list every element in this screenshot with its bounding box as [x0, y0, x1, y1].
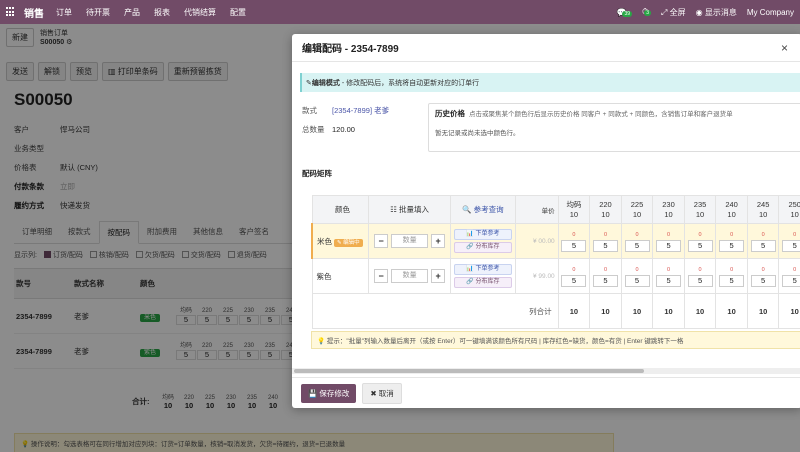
show-messages-button[interactable]: ◉ 显示消息	[696, 7, 737, 18]
batch-qty-input[interactable]: 数量	[391, 234, 429, 248]
total-qty-label: 总数量	[302, 125, 325, 134]
column-total: 10	[589, 293, 622, 329]
total-qty-value: 120.00	[332, 125, 355, 134]
size-qty-input[interactable]: 5	[750, 275, 776, 287]
size-qty-input[interactable]: 5	[624, 275, 650, 287]
close-icon[interactable]: ×	[781, 41, 788, 55]
edit-size-dialog: 编辑配码 - 2354-7899 × ✎编辑模式 - 修改配码后，系统将自动更新…	[292, 34, 800, 408]
app-title[interactable]: 销售	[24, 5, 44, 20]
menu-orders[interactable]: 订单	[56, 7, 72, 18]
activity-icon[interactable]: ⏱3	[642, 7, 652, 17]
size-qty-input[interactable]: 5	[561, 275, 587, 287]
size-header: 235 10	[683, 195, 717, 224]
order-reference-button[interactable]: 📊 下单参考	[453, 229, 512, 240]
column-total: 10	[557, 293, 591, 329]
column-total: 10	[746, 293, 780, 329]
size-header: 220 10	[589, 195, 622, 224]
save-button[interactable]: 💾 保存修改	[301, 383, 357, 403]
size-qty-input[interactable]: 5	[750, 240, 776, 252]
col-unit-price: 单价	[514, 195, 559, 224]
stock-distribution-button[interactable]: 🔗 分布库存	[453, 277, 512, 288]
size-qty-input[interactable]: 5	[656, 275, 682, 287]
cancel-button[interactable]: ✖ 取消	[362, 382, 402, 404]
history-desc: 点击或聚焦某个颜色行后显示历史价格 同客户 + 同款式 + 同颜色，含销售订单和…	[469, 111, 733, 118]
minus-button[interactable]: −	[374, 234, 389, 248]
history-price-panel: 历史价格 点击或聚焦某个颜色行后显示历史价格 同客户 + 同款式 + 同颜色，含销…	[428, 103, 800, 152]
size-qty-input[interactable]: 5	[782, 240, 800, 252]
size-qty-input[interactable]: 5	[624, 240, 650, 252]
top-navbar: 销售 订单 待开票 产品 报表 代销结算 配置 💬39 ⏱3 ⤢ 全屏 ◉ 显示…	[0, 0, 800, 24]
fullscreen-button[interactable]: ⤢ 全屏	[661, 7, 686, 18]
col-batch-fill: ☷ 批量填入	[368, 195, 451, 224]
tip-banner: 💡 提示："批量"列输入数量后离开（或按 Enter）可一键填满该颜色所有尺码 …	[311, 331, 800, 349]
size-header: 230 10	[652, 195, 685, 224]
matrix-row[interactable]: 紫色 − 数量 + 📊 下单参考 🔗 分布库存 ¥ 99.00 05 05 05…	[311, 258, 800, 294]
menu-products[interactable]: 产品	[124, 7, 140, 18]
size-qty-input[interactable]: 5	[592, 275, 618, 287]
activity-badge: 3	[644, 10, 652, 16]
matrix-label: 配码矩阵	[302, 169, 332, 178]
editing-badge: ✎ 编辑中	[334, 238, 363, 247]
dialog-title: 编辑配码 - 2354-7899	[302, 44, 399, 55]
size-qty-input[interactable]: 5	[782, 275, 800, 287]
history-empty: 暂无记录或尚未选中颜色行。	[435, 130, 520, 137]
size-qty-input[interactable]: 5	[719, 240, 745, 252]
size-qty-input[interactable]: 5	[687, 275, 713, 287]
menu-consignment[interactable]: 代销结算	[184, 7, 216, 18]
size-qty-input[interactable]: 5	[561, 240, 587, 252]
matrix-row[interactable]: 米色 ✎ 编辑中 − 数量 + 📊 下单参考 🔗 分布库存 ¥ 00.00 05 …	[311, 223, 800, 259]
horizontal-scrollbar[interactable]	[292, 368, 800, 374]
batch-qty-input[interactable]: 数量	[391, 269, 429, 283]
size-qty-input[interactable]: 5	[656, 240, 682, 252]
stock-distribution-button[interactable]: 🔗 分布库存	[453, 242, 512, 253]
scrollbar-thumb[interactable]	[294, 369, 644, 373]
column-total-label: 列合计	[311, 293, 559, 329]
menu-reports[interactable]: 报表	[154, 7, 170, 18]
unit-price-input[interactable]: ¥ 99.00	[514, 258, 559, 294]
chat-badge: 39	[622, 10, 633, 17]
column-total: 10	[778, 293, 800, 329]
unit-price-input[interactable]: ¥ 00.00	[514, 223, 559, 259]
style-label: 款式	[302, 106, 317, 115]
col-reference: 🔍 参考查询	[449, 195, 516, 224]
menu-to-invoice[interactable]: 待开票	[86, 7, 110, 18]
size-matrix: 颜色 ☷ 批量填入 🔍 参考查询 单价 均码 10 220 10 225 10 230…	[311, 195, 800, 329]
column-total: 10	[715, 293, 748, 329]
menu-config[interactable]: 配置	[230, 7, 246, 18]
size-qty-input[interactable]: 5	[592, 240, 618, 252]
size-header: 225 10	[620, 195, 654, 224]
column-total: 10	[620, 293, 654, 329]
size-header: 240 10	[715, 195, 748, 224]
chat-icon[interactable]: 💬39	[616, 8, 633, 17]
edit-mode-alert: ✎编辑模式 - 修改配码后，系统将自动更新对应的订单行	[300, 73, 800, 92]
app-grid-icon[interactable]	[6, 7, 16, 17]
style-link[interactable]: [2354-7899] 老爹	[332, 105, 389, 116]
size-header: 250 10	[778, 195, 800, 224]
history-title: 历史价格	[435, 109, 465, 118]
plus-button[interactable]: +	[431, 269, 446, 283]
size-qty-input[interactable]: 5	[687, 240, 713, 252]
size-qty-input[interactable]: 5	[719, 275, 745, 287]
plus-button[interactable]: +	[431, 234, 446, 248]
size-header: 245 10	[746, 195, 780, 224]
col-color: 颜色	[311, 195, 370, 224]
column-total: 10	[683, 293, 717, 329]
column-total: 10	[652, 293, 685, 329]
company-switcher[interactable]: My Company	[747, 8, 794, 17]
order-reference-button[interactable]: 📊 下单参考	[453, 264, 512, 275]
size-header: 均码 10	[557, 195, 591, 224]
minus-button[interactable]: −	[374, 269, 389, 283]
column-total-row: 列合计 10 10 10 10 10 10 10 10	[311, 293, 800, 329]
